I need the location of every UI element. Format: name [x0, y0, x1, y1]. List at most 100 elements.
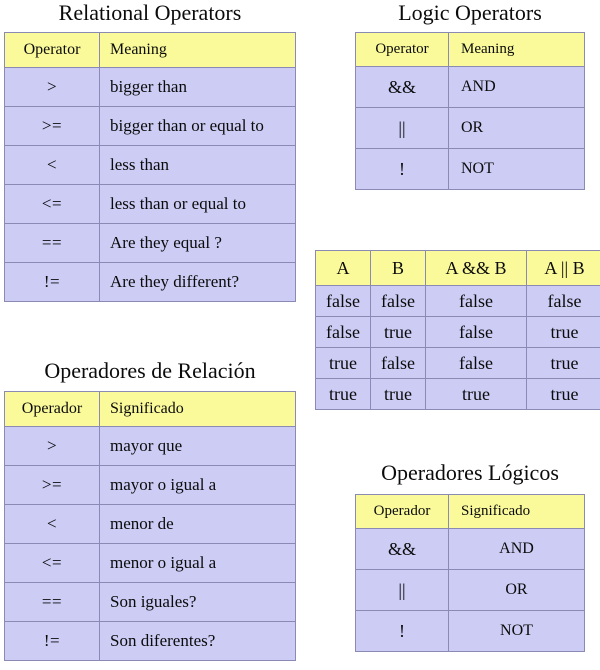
table-row: false false false false: [315, 285, 600, 317]
cell-a-or-b: true: [526, 347, 600, 379]
relational-operators-es-table: Operador Significado > mayor que >= mayo…: [4, 391, 296, 661]
relational-operators-en-title: Relational Operators: [58, 0, 242, 25]
table-row: != Are they different?: [4, 262, 296, 302]
cell-a-or-b: true: [526, 316, 600, 348]
cell-operator: <=: [4, 184, 100, 224]
relational-operators-es-panel: Operadores de Relación Operador Signific…: [4, 358, 296, 661]
table-row: < menor de: [4, 504, 296, 544]
table-row: > bigger than: [4, 67, 296, 107]
logic-operators-es-title: Operadores Lógicos: [381, 460, 559, 485]
cell-meaning: mayor o igual a: [99, 465, 296, 505]
cell-b: true: [370, 378, 426, 410]
cell-a-and-b: false: [425, 285, 527, 317]
cell-operator: <: [4, 504, 100, 544]
column-header-meaning: Significado: [99, 391, 296, 427]
table-header-row: Operador Significado: [355, 494, 585, 529]
table-header-row: Operator Meaning: [355, 32, 585, 67]
cell-meaning: Son diferentes?: [99, 621, 296, 661]
cell-operator: <: [4, 145, 100, 185]
cell-meaning: menor de: [99, 504, 296, 544]
cell-meaning: Son iguales?: [99, 582, 296, 622]
table-row: && AND: [355, 66, 585, 108]
cell-operator: &&: [355, 66, 449, 108]
cell-a: true: [315, 347, 371, 379]
cell-meaning: OR: [448, 569, 585, 611]
logic-operators-en-table: Operator Meaning && AND || OR ! NOT: [355, 32, 585, 190]
cell-meaning: Are they equal ?: [99, 223, 296, 263]
cell-meaning: AND: [448, 528, 585, 570]
cell-operator: ||: [355, 569, 449, 611]
relational-operators-en-panel: Relational Operators Operator Meaning > …: [4, 0, 296, 302]
column-header-b: B: [370, 250, 426, 286]
column-header-meaning: Meaning: [99, 32, 296, 68]
cell-a: false: [315, 285, 371, 317]
table-row: || OR: [355, 569, 585, 611]
cell-operator: !: [355, 148, 449, 190]
cell-a: true: [315, 378, 371, 410]
cell-operator: >=: [4, 465, 100, 505]
cell-operator: >=: [4, 106, 100, 146]
cell-operator: ==: [4, 582, 100, 622]
relational-operators-es-title: Operadores de Relación: [44, 358, 256, 383]
cell-b: false: [370, 347, 426, 379]
cell-meaning: bigger than or equal to: [99, 106, 296, 146]
cell-b: false: [370, 285, 426, 317]
column-header-a-and-b: A && B: [425, 250, 527, 286]
cell-meaning: menor o igual a: [99, 543, 296, 583]
table-row: != Son diferentes?: [4, 621, 296, 661]
column-header-a: A: [315, 250, 371, 286]
cell-a-or-b: true: [526, 378, 600, 410]
table-row: <= menor o igual a: [4, 543, 296, 583]
table-row: true true true true: [315, 378, 600, 410]
cell-b: true: [370, 316, 426, 348]
cell-operator: >: [4, 67, 100, 107]
column-header-meaning: Meaning: [448, 32, 585, 67]
logic-operators-es-table: Operador Significado && AND || OR ! NOT: [355, 494, 585, 652]
table-row: == Are they equal ?: [4, 223, 296, 263]
cell-operator: ||: [355, 107, 449, 149]
column-header-operator: Operador: [4, 391, 100, 427]
boolean-truth-table: A B A && B A || B false false false fals…: [315, 250, 600, 410]
cell-meaning: mayor que: [99, 426, 296, 466]
table-row: ! NOT: [355, 148, 585, 190]
table-row: > mayor que: [4, 426, 296, 466]
column-header-a-or-b: A || B: [526, 250, 600, 286]
table-row: < less than: [4, 145, 296, 185]
table-header-row: Operador Significado: [4, 391, 296, 427]
cell-operator: !: [355, 610, 449, 652]
cell-a-or-b: false: [526, 285, 600, 317]
logic-operators-en-title: Logic Operators: [398, 0, 542, 25]
cell-operator: >: [4, 426, 100, 466]
cell-a-and-b: false: [425, 316, 527, 348]
cell-a-and-b: true: [425, 378, 527, 410]
cell-operator: &&: [355, 528, 449, 570]
table-row: <= less than or equal to: [4, 184, 296, 224]
table-header-row: Operator Meaning: [4, 32, 296, 68]
cell-operator: ==: [4, 223, 100, 263]
table-row: ! NOT: [355, 610, 585, 652]
cell-meaning: AND: [448, 66, 585, 108]
cell-a: false: [315, 316, 371, 348]
cell-operator: <=: [4, 543, 100, 583]
cell-meaning: less than: [99, 145, 296, 185]
cell-meaning: less than or equal to: [99, 184, 296, 224]
cell-a-and-b: false: [425, 347, 527, 379]
table-row: true false false true: [315, 347, 600, 379]
cell-operator: !=: [4, 621, 100, 661]
table-row: false true false true: [315, 316, 600, 348]
table-row: >= mayor o igual a: [4, 465, 296, 505]
relational-operators-en-table: Operator Meaning > bigger than >= bigger…: [4, 32, 296, 302]
cell-meaning: NOT: [448, 610, 585, 652]
table-row: == Son iguales?: [4, 582, 296, 622]
table-row: || OR: [355, 107, 585, 149]
column-header-operator: Operador: [355, 494, 449, 529]
cell-operator: !=: [4, 262, 100, 302]
cell-meaning: Are they different?: [99, 262, 296, 302]
cell-meaning: OR: [448, 107, 585, 149]
table-row: && AND: [355, 528, 585, 570]
truth-table-panel: A B A && B A || B false false false fals…: [315, 250, 600, 410]
cell-meaning: NOT: [448, 148, 585, 190]
logic-operators-es-panel: Operadores Lógicos Operador Significado …: [355, 460, 585, 652]
table-header-row: A B A && B A || B: [315, 250, 600, 286]
cell-meaning: bigger than: [99, 67, 296, 107]
